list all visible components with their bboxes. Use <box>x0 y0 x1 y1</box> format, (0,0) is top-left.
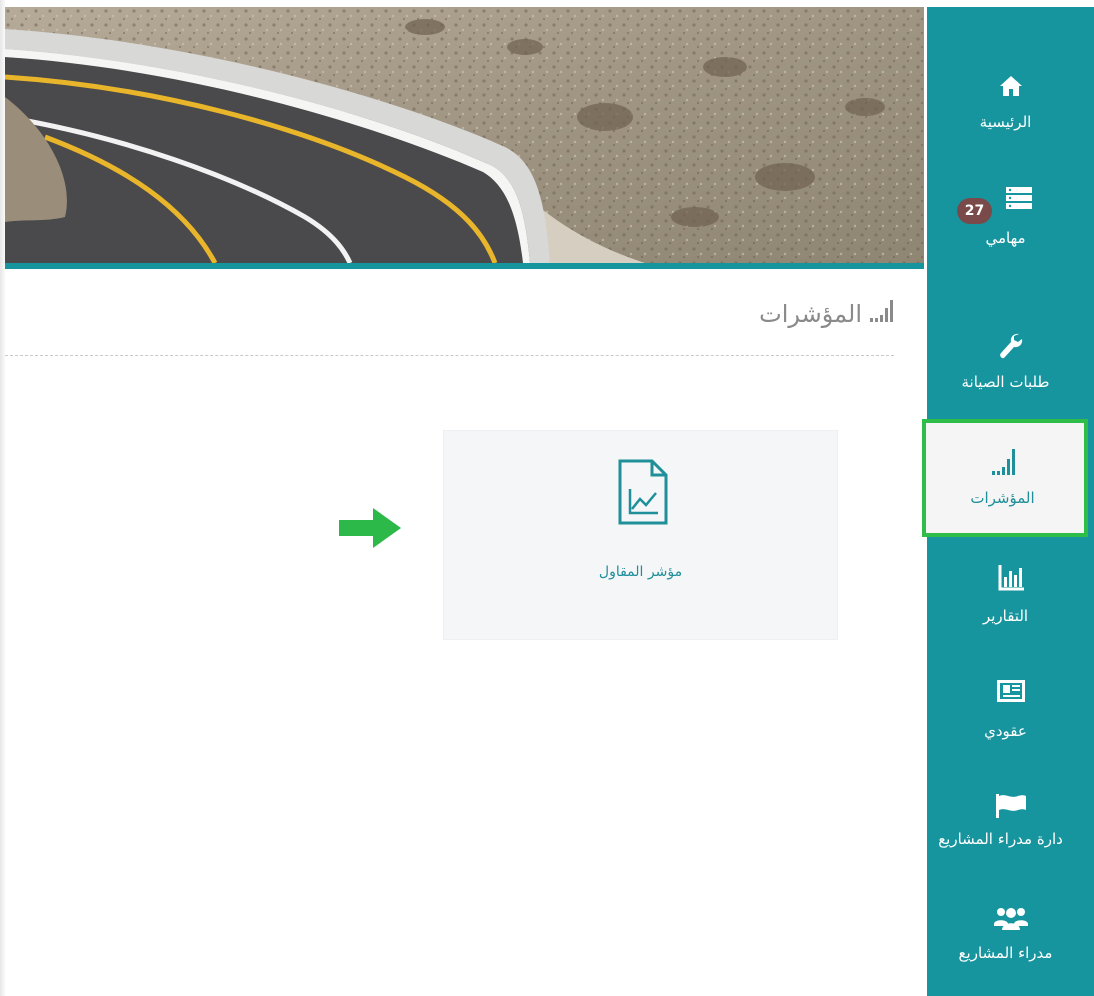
bar-chart-icon <box>998 565 1024 595</box>
tasks-icon <box>1005 187 1032 213</box>
sidebar-item-label: مدراء المشاريع <box>958 944 1053 962</box>
banner-divider-line <box>5 263 924 269</box>
sidebar-item-project-managers[interactable]: مدراء المشاريع <box>927 900 1094 980</box>
title-divider <box>5 355 894 356</box>
sidebar-item-label: مهامي <box>985 229 1026 247</box>
chart-document-icon <box>616 459 668 529</box>
sidebar-item-reports[interactable]: التقارير <box>927 557 1094 637</box>
page-title: المؤشرات <box>759 300 894 328</box>
signal-bars-icon <box>870 300 894 328</box>
header-banner-image <box>5 7 924 263</box>
sidebar-item-maintenance[interactable]: طلبات الصيانة <box>927 327 1094 407</box>
sidebar-item-label: دارة مدراء المشاريع <box>938 830 1063 848</box>
sidebar-item-label: المؤشرات <box>970 489 1035 507</box>
card-label: مؤشر المقاول <box>598 564 683 580</box>
sidebar-item-indicators[interactable]: المؤشرات <box>922 419 1088 537</box>
sidebar-item-label: طلبات الصيانة <box>961 373 1050 391</box>
sidebar-item-label: الرئيسية <box>979 113 1032 131</box>
arrow-right-icon <box>339 508 401 552</box>
sidebar-item-label: عقودي <box>984 722 1027 740</box>
contractor-indicator-card[interactable]: مؤشر المقاول <box>443 430 838 640</box>
tasks-count-badge: 27 <box>957 198 992 224</box>
sidebar-item-project-managers-admin[interactable]: دارة مدراء المشاريع <box>927 790 1094 870</box>
sidebar: الرئيسية مهامي 27 طلبات الصيانة المؤشرات… <box>922 7 1094 996</box>
sidebar-item-contracts[interactable]: عقودي <box>927 672 1094 752</box>
sidebar-item-label: التقارير <box>982 607 1029 625</box>
sidebar-item-home[interactable]: الرئيسية <box>927 67 1094 147</box>
users-icon <box>993 906 1028 934</box>
signal-bars-icon <box>992 449 1018 479</box>
sidebar-item-tasks[interactable]: مهامي <box>927 179 1094 269</box>
wrench-icon <box>999 333 1023 365</box>
page-title-text: المؤشرات <box>759 300 862 328</box>
newspaper-icon <box>996 680 1025 706</box>
home-icon <box>999 75 1023 101</box>
flag-icon <box>995 794 1026 822</box>
